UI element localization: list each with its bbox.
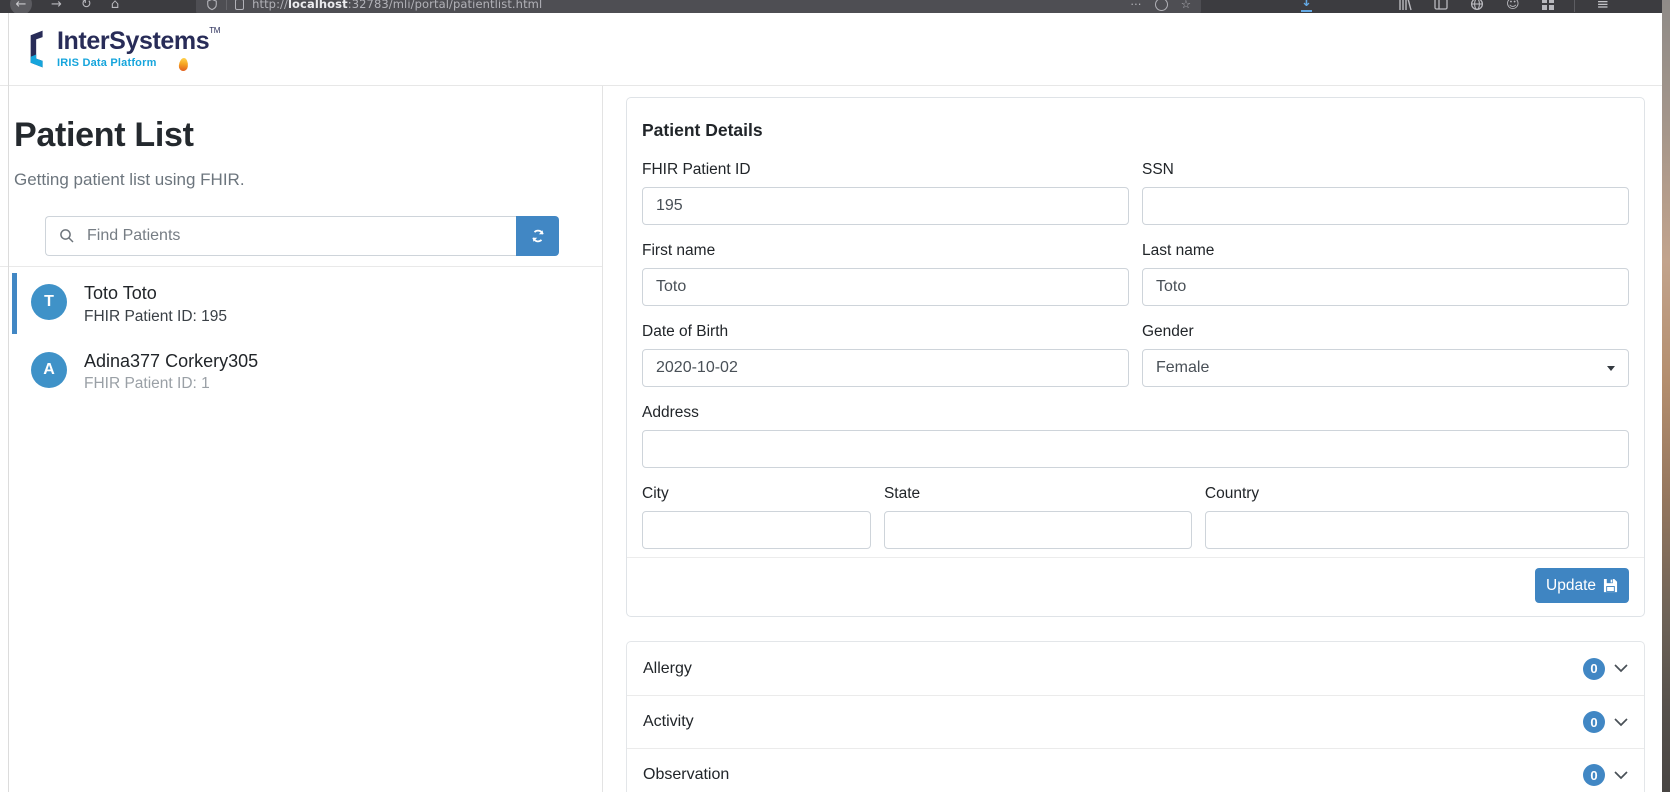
url-text: http://localhost:32783/mli/portal/patien…: [252, 0, 543, 11]
accordion-label: Activity: [643, 713, 694, 730]
menu-icon[interactable]: ≡: [1597, 0, 1610, 12]
brand-tagline: IRIS Data Platform: [57, 57, 157, 69]
avatar: T: [31, 284, 67, 320]
flame-icon: [177, 57, 189, 72]
account-icon[interactable]: ☺: [1506, 0, 1520, 11]
search-icon: [60, 229, 74, 243]
patient-details-panel: Patient Details FHIR Patient ID SSN: [603, 86, 1662, 792]
desktop-background-sliver: [1662, 0, 1670, 792]
reload-icon[interactable]: ↻: [81, 0, 92, 11]
chevron-down-icon: [1614, 770, 1628, 779]
address-label: Address: [642, 404, 699, 421]
country-label: Country: [1204, 485, 1260, 502]
accordion-row-allergy[interactable]: Allergy 0: [627, 642, 1644, 695]
country-field[interactable]: [1204, 511, 1629, 549]
intersystems-logo-mark: [30, 30, 43, 68]
ssn-field[interactable]: [1142, 187, 1629, 225]
page-icon[interactable]: [235, 0, 245, 10]
last-name-field[interactable]: [1142, 268, 1629, 306]
update-button[interactable]: Update: [1535, 568, 1629, 603]
toolbar-separator: [1573, 0, 1575, 12]
count-badge: 0: [1583, 764, 1605, 786]
patient-list-item[interactable]: T Toto Toto FHIR Patient ID: 195: [0, 273, 602, 336]
chevron-down-icon: [1614, 664, 1628, 673]
download-icon[interactable]: ↓: [1301, 0, 1312, 12]
gender-select[interactable]: Female: [1142, 349, 1629, 387]
back-icon[interactable]: ←: [10, 0, 32, 13]
city-label: City: [642, 485, 669, 502]
more-options-icon[interactable]: ⋯: [1130, 0, 1142, 11]
state-field[interactable]: [883, 511, 1192, 549]
browser-chrome: ← → ↻ ⌂ http://localhost:32783/mli/porta…: [0, 0, 1662, 13]
sidebar-toggle-icon[interactable]: [1434, 0, 1448, 10]
patient-name: Adina377 Corkery305: [84, 350, 259, 371]
count-badge: 0: [1583, 711, 1605, 733]
page-subtitle: Getting patient list using FHIR.: [14, 170, 245, 189]
gender-label: Gender: [1142, 323, 1194, 340]
pocket-icon[interactable]: [1154, 0, 1168, 11]
first-name-label: First name: [642, 242, 716, 259]
accordion-label: Observation: [643, 766, 730, 783]
patient-list-panel: Patient List Getting patient list using …: [0, 86, 603, 792]
home-icon[interactable]: ⌂: [111, 0, 119, 11]
card-title: Patient Details: [642, 120, 763, 140]
patient-name: Toto Toto: [84, 283, 157, 303]
shield-icon[interactable]: [206, 0, 218, 11]
refresh-icon: [531, 229, 544, 243]
urlbar-separator: [226, 0, 228, 10]
patient-list: T Toto Toto FHIR Patient ID: 195 A Adina…: [0, 267, 602, 403]
fhir-id-label: FHIR Patient ID: [642, 161, 751, 178]
forward-icon[interactable]: →: [51, 0, 62, 11]
brand-name: InterSystemsTM: [57, 26, 220, 55]
dob-field[interactable]: [642, 349, 1129, 387]
chevron-down-icon: [1607, 365, 1615, 371]
search-box[interactable]: [45, 216, 516, 256]
fhir-id-field[interactable]: [642, 187, 1129, 225]
globe-icon[interactable]: [1470, 0, 1484, 11]
count-badge: 0: [1583, 657, 1605, 680]
patient-search-group: [45, 216, 559, 256]
address-field[interactable]: [642, 430, 1629, 468]
avatar: A: [31, 351, 67, 388]
extensions-icon[interactable]: [1541, 0, 1554, 10]
state-label: State: [883, 485, 921, 502]
gender-selected-value: Female: [1156, 359, 1210, 376]
accordion-row-observation[interactable]: Observation 0: [627, 748, 1644, 792]
update-button-label: Update: [1546, 576, 1596, 594]
card-footer: Update: [627, 557, 1644, 616]
accordion-label: Allergy: [643, 659, 692, 677]
first-name-field[interactable]: [642, 268, 1129, 306]
browser-window: ← → ↻ ⌂ http://localhost:32783/mli/porta…: [0, 0, 1662, 792]
search-input[interactable]: [85, 226, 503, 246]
bookmark-icon[interactable]: ☆: [1181, 0, 1191, 11]
patient-id: FHIR Patient ID: 195: [84, 307, 228, 325]
last-name-label: Last name: [1142, 242, 1215, 259]
dob-label: Date of Birth: [642, 323, 729, 340]
patient-id: FHIR Patient ID: 1: [84, 375, 210, 392]
save-icon: [1603, 578, 1618, 593]
library-icon[interactable]: [1398, 0, 1412, 11]
patient-list-item[interactable]: A Adina377 Corkery305 FHIR Patient ID: 1: [0, 341, 602, 404]
intersystems-logo[interactable]: InterSystemsTM IRIS Data Platform: [27, 26, 220, 72]
window-left-edge: [8, 13, 9, 792]
app-navbar: InterSystemsTM IRIS Data Platform: [0, 13, 1662, 86]
refresh-button[interactable]: [516, 216, 559, 256]
accordion-row-activity[interactable]: Activity 0: [627, 695, 1644, 748]
address-bar[interactable]: http://localhost:32783/mli/portal/patien…: [196, 0, 1202, 13]
city-field[interactable]: [642, 511, 871, 549]
chevron-down-icon: [1614, 717, 1628, 726]
resource-accordion: Allergy 0 Activity 0 Observation 0: [626, 641, 1645, 792]
patient-details-card: Patient Details FHIR Patient ID SSN: [626, 97, 1645, 617]
ssn-label: SSN: [1142, 161, 1174, 178]
page-title: Patient List: [14, 116, 194, 154]
